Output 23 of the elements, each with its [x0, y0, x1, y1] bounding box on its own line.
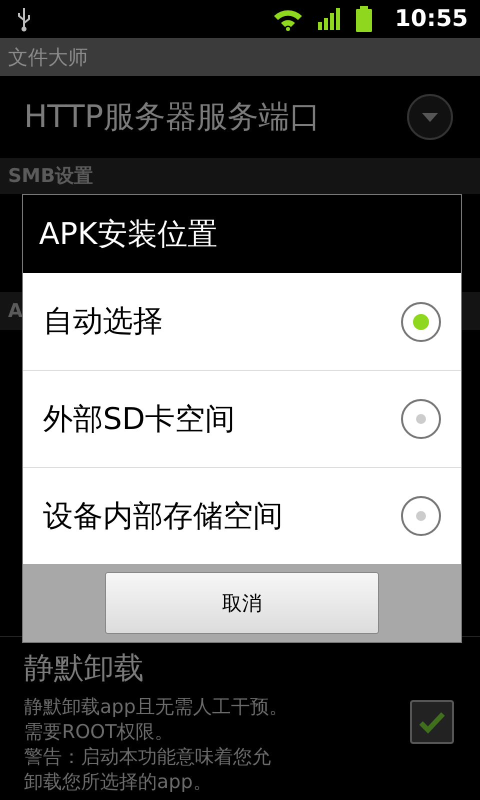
setting-summary: 警告：启动本功能意味着您允 [24, 745, 272, 770]
radio-option[interactable]: 外部SD卡空间 [23, 370, 461, 467]
setting-summary: 需要ROOT权限。 [24, 720, 175, 745]
radio-button[interactable] [401, 302, 441, 342]
radio-option[interactable]: 自动选择 [23, 273, 461, 370]
setting-title: 静默卸载 [24, 650, 145, 688]
cancel-button[interactable]: 取消 [105, 572, 379, 634]
dropdown-icon[interactable] [406, 93, 454, 141]
app-title: 文件大师 [8, 44, 88, 70]
usb-icon [16, 6, 32, 32]
section-title: SMB设置 [8, 164, 94, 189]
checkbox[interactable] [410, 700, 454, 744]
setting-summary: 静默卸载app且无需人工干预。 [24, 695, 289, 720]
clock: 10:55 [394, 6, 468, 32]
setting-title: HTTP服务器服务端口 [24, 98, 320, 137]
setting-summary: 卸载您所选择的app。 [24, 770, 213, 795]
check-icon [418, 710, 446, 734]
radio-button[interactable] [401, 399, 441, 439]
signal-icon [316, 7, 341, 31]
battery-icon [354, 6, 373, 32]
section-title: A [8, 300, 23, 322]
radio-button[interactable] [401, 496, 441, 536]
dialog-title: APK安装位置 [39, 216, 218, 254]
